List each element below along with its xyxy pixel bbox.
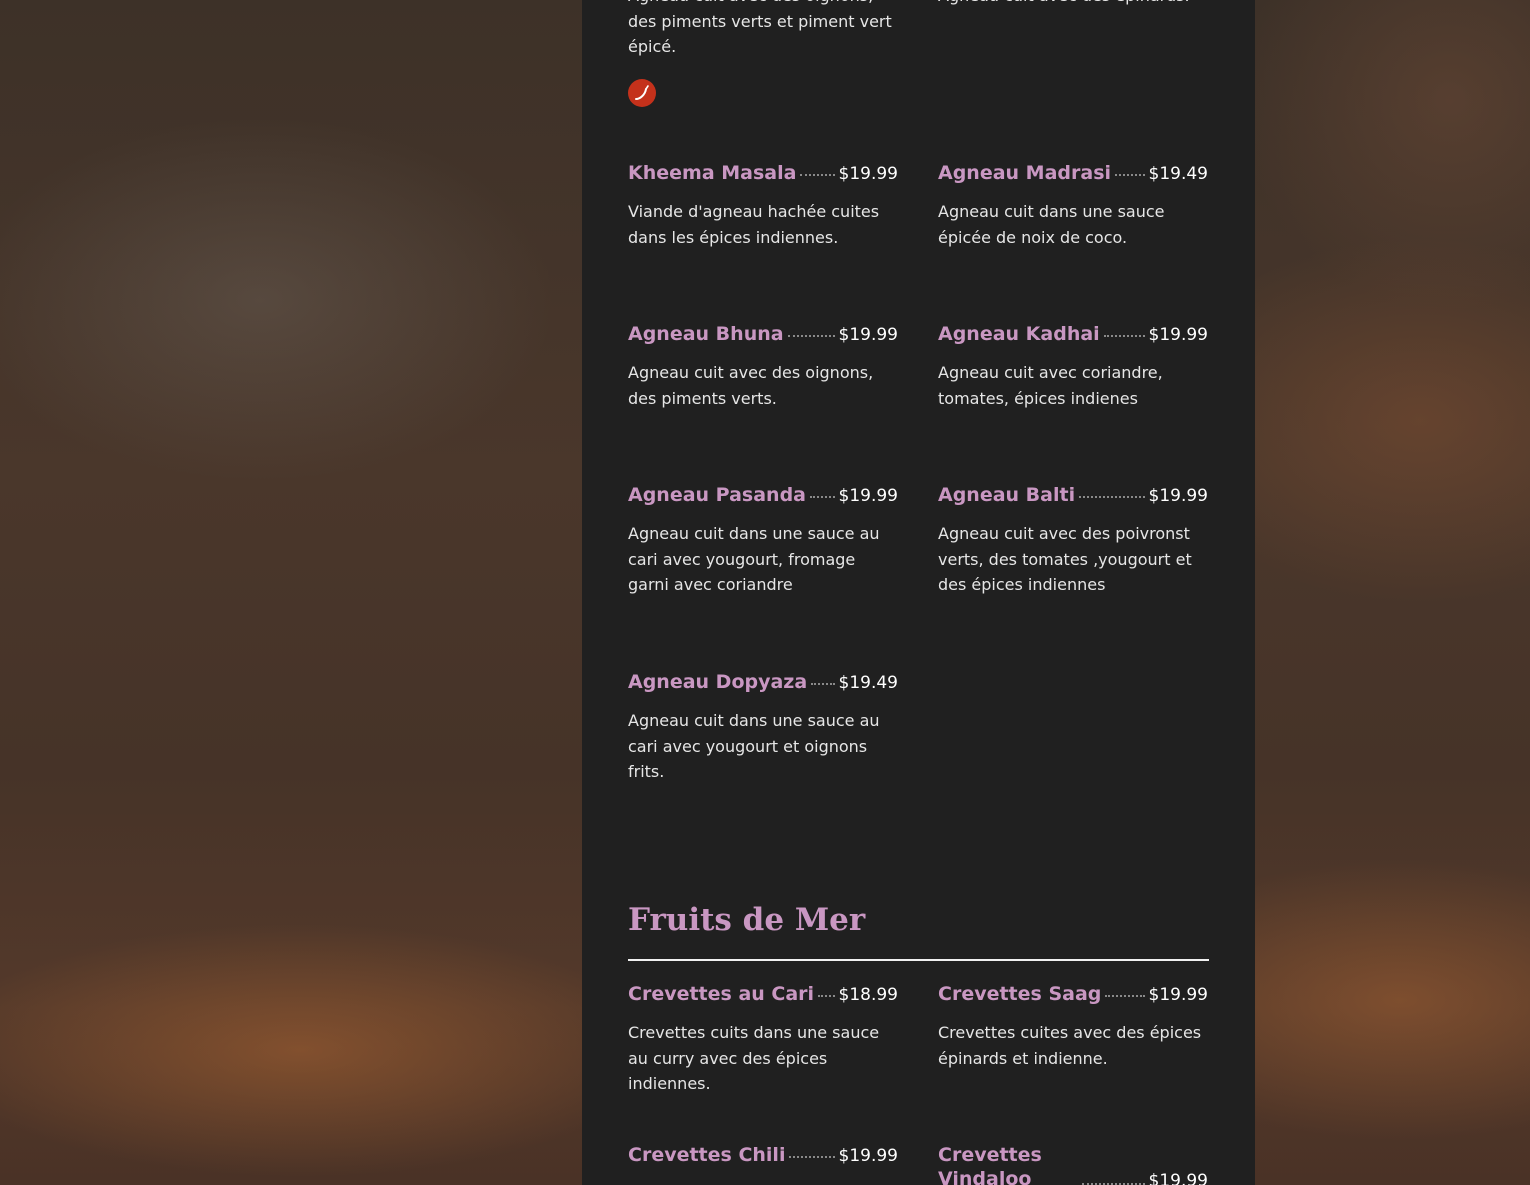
item-name: Agneau Kadhai (938, 323, 1100, 345)
menu-item-agneau-balti[interactable]: Agneau Balti $19.99 Agneau cuit avec des… (938, 483, 1208, 598)
item-price: $19.99 (838, 325, 898, 345)
item-description: Viande d'agneau hachée cuites dans les é… (628, 202, 880, 247)
background-image-right (1255, 0, 1530, 1185)
item-name: Crevettes au Cari (628, 983, 815, 1005)
item-name: Agneau Dopyaza (628, 671, 808, 693)
item-name: Kheema Masala (628, 162, 797, 184)
item-price: $19.99 (838, 1146, 898, 1166)
menu-item-agneau-kadhai[interactable]: Agneau Kadhai $19.99 Agneau cuit avec co… (938, 322, 1208, 411)
dot-leader (800, 174, 835, 176)
menu-item-crevettes-vindaloo[interactable]: Crevettes Vindaloo $19.99 (938, 1143, 1208, 1185)
menu-item-kheema-masala[interactable]: Kheema Masala $19.99 Viande d'agneau hac… (628, 161, 898, 250)
item-description: Agneau cuit dans une sauce au cari avec … (628, 524, 880, 594)
item-name: Agneau Madrasi (938, 162, 1112, 184)
item-price: $19.49 (1148, 164, 1208, 184)
background-image-left (0, 0, 582, 1185)
item-price: $18.99 (838, 985, 898, 1005)
item-price: $19.99 (1148, 1171, 1208, 1185)
item-price: $19.99 (1148, 486, 1208, 506)
dot-leader (818, 995, 835, 997)
section-title: Fruits de Mer (628, 902, 866, 938)
dot-leader (1079, 496, 1145, 498)
item-name: Agneau Balti (938, 484, 1076, 506)
item-name: Crevettes Vindaloo (938, 1144, 1042, 1185)
item-price: $19.99 (838, 164, 898, 184)
menu-item-crevettes-au-cari[interactable]: Crevettes au Cari $18.99 Crevettes cuits… (628, 982, 898, 1097)
item-description: Agneau cuit avec des oignons, des piment… (628, 363, 874, 408)
item-name: Agneau Pasanda (628, 484, 806, 506)
item-description: Crevettes cuites avec des épices épinard… (938, 1023, 1202, 1068)
item-name: Crevettes Saag (938, 983, 1102, 1005)
item-name: Crevettes Chili (628, 1144, 786, 1166)
dot-leader (810, 496, 835, 498)
item-price: $19.99 (1148, 985, 1208, 1005)
item-description: Agneau cuit dans une sauce au cari avec … (628, 711, 880, 781)
menu-item-agneau-dopyaza[interactable]: Agneau Dopyaza $19.49 Agneau cuit dans u… (628, 670, 898, 785)
item-price: $19.99 (1148, 325, 1208, 345)
item-name: Agneau Bhuna (628, 323, 784, 345)
dot-leader (1115, 174, 1145, 176)
item-description: Crevettes cuits dans une sauce au curry … (628, 1023, 880, 1093)
menu-item-crevettes-saag[interactable]: Crevettes Saag $19.99 Crevettes cuites a… (938, 982, 1208, 1071)
section-divider (628, 959, 1209, 961)
item-price: $19.49 (838, 673, 898, 693)
dot-leader (787, 335, 835, 337)
dot-leader (1103, 335, 1145, 337)
item-description: Agneau cuit avec des oignons, des piment… (628, 0, 892, 56)
menu-item-agneau-pasanda[interactable]: Agneau Pasanda $19.99 Agneau cuit dans u… (628, 483, 898, 598)
menu-item-agneau-madrasi[interactable]: Agneau Madrasi $19.49 Agneau cuit dans u… (938, 161, 1208, 250)
item-description: Agneau cuit avec des poivronst verts, de… (938, 524, 1192, 594)
dot-leader (1105, 995, 1145, 997)
menu-panel: Agneau cuit avec des oignons, des piment… (582, 0, 1255, 1185)
item-price: $19.99 (838, 486, 898, 506)
menu-item-agneau-bhuna[interactable]: Agneau Bhuna $19.99 Agneau cuit avec des… (628, 322, 898, 411)
dot-leader (789, 1156, 835, 1158)
dot-leader (811, 683, 835, 685)
menu-item-crevettes-chili[interactable]: Crevettes Chili $19.99 (628, 1143, 898, 1173)
chili-pepper-icon (628, 79, 656, 107)
menu-item-partial-left: Agneau cuit avec des oignons, des piment… (628, 0, 898, 60)
item-description: Agneau cuit avec coriandre, tomates, épi… (938, 363, 1163, 408)
item-description: Agneau cuit dans une sauce épicée de noi… (938, 202, 1165, 247)
menu-item-partial-right: Agneau cuit avec des épinards. (938, 0, 1208, 9)
item-description: Agneau cuit avec des épinards. (938, 0, 1208, 9)
